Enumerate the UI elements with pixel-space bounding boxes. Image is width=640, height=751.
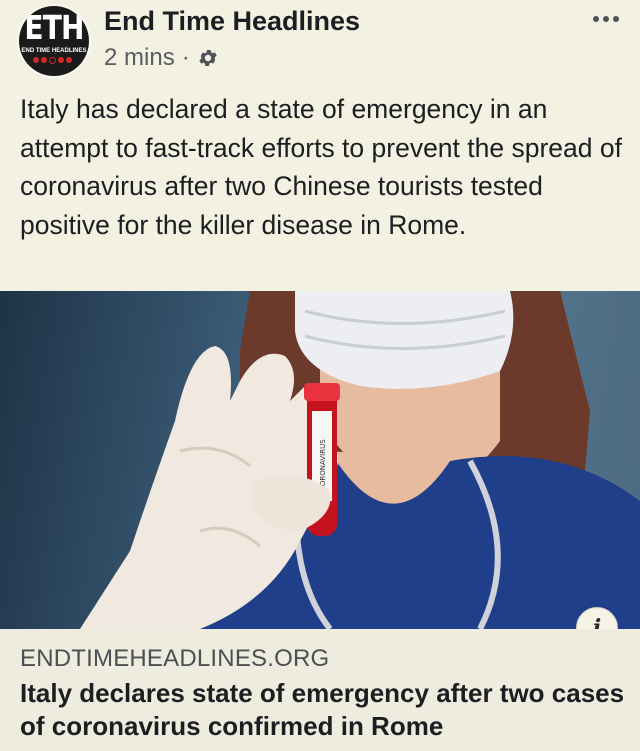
tube-label: CORONAVIRUS bbox=[319, 439, 327, 491]
avatar-dots bbox=[33, 57, 77, 65]
nurse-with-sample-illustration: CORONAVIRUS bbox=[80, 291, 640, 629]
more-options-button[interactable] bbox=[586, 6, 626, 32]
link-domain: ENDTIMEHEADLINES.ORG bbox=[20, 645, 330, 672]
meta-separator: · bbox=[181, 44, 190, 71]
avatar-logo-subtext: END TIME HEADLINES bbox=[21, 48, 87, 54]
link-preview[interactable]: ENDTIMEHEADLINES.ORG Italy declares stat… bbox=[0, 629, 640, 751]
link-title[interactable]: Italy declares state of emergency after … bbox=[20, 677, 630, 743]
post-header: ETH END TIME HEADLINES End Time Headline… bbox=[0, 0, 640, 88]
facebook-post: ETH END TIME HEADLINES End Time Headline… bbox=[0, 0, 640, 751]
post-text: Italy has declared a state of emergency … bbox=[20, 94, 622, 240]
post-image[interactable]: CORONAVIRUS bbox=[0, 291, 640, 629]
page-name-link[interactable]: End Time Headlines bbox=[104, 6, 360, 37]
gear-icon bbox=[197, 47, 219, 69]
ellipsis-icon bbox=[593, 16, 599, 22]
timestamp-link[interactable]: 2 mins bbox=[104, 44, 175, 72]
post-meta: 2 mins · bbox=[104, 44, 219, 72]
page-avatar[interactable]: ETH END TIME HEADLINES bbox=[19, 6, 89, 76]
avatar-logo-text: ETH bbox=[24, 8, 84, 47]
